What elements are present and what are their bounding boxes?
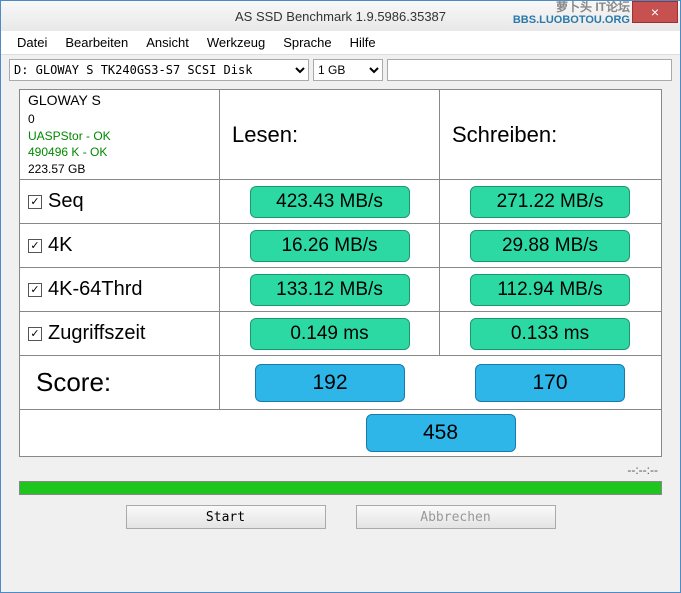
- score-total: 458: [366, 414, 516, 452]
- score-read: 192: [255, 364, 405, 402]
- menu-hilfe[interactable]: Hilfe: [342, 33, 384, 52]
- cancel-button[interactable]: Abbrechen: [356, 505, 556, 529]
- access-write: 0.133 ms: [470, 318, 630, 350]
- titlebar: AS SSD Benchmark 1.9.5986.35387 萝卜头 IT论坛…: [1, 1, 680, 31]
- 4k64-write: 112.94 MB/s: [470, 274, 630, 306]
- test-row-4k: ✓4K 16.26 MB/s 29.88 MB/s: [20, 224, 661, 268]
- info-row: GLOWAY S 0 UASPStor - OK 490496 K - OK 2…: [20, 90, 661, 180]
- drive-info: GLOWAY S 0 UASPStor - OK 490496 K - OK 2…: [20, 90, 220, 179]
- menu-werkzeug[interactable]: Werkzeug: [199, 33, 273, 52]
- checkbox-access[interactable]: ✓: [28, 327, 42, 341]
- menubar: Datei Bearbeiten Ansicht Werkzeug Sprach…: [1, 31, 680, 55]
- drive-capacity: 223.57 GB: [28, 161, 85, 178]
- checkbox-4k[interactable]: ✓: [28, 239, 42, 253]
- results-grid: GLOWAY S 0 UASPStor - OK 490496 K - OK 2…: [19, 89, 662, 457]
- access-read: 0.149 ms: [250, 318, 410, 350]
- watermark: 萝卜头 IT论坛 BBS.LUOBOTOU.ORG: [513, 1, 630, 26]
- button-row: Start Abbrechen: [1, 497, 680, 533]
- drive-select[interactable]: D: GLOWAY S TK240GS3-S7 SCSI Disk: [9, 59, 309, 81]
- score-total-row: 458: [20, 410, 661, 456]
- 4k64-read: 133.12 MB/s: [250, 274, 410, 306]
- seq-write: 271.22 MB/s: [470, 186, 630, 218]
- header-write: Schreiben:: [440, 90, 660, 179]
- elapsed-timer: --:--:--: [1, 461, 680, 479]
- filter-field[interactable]: [387, 59, 672, 81]
- toolbar: D: GLOWAY S TK240GS3-S7 SCSI Disk 1 GB: [1, 55, 680, 85]
- score-label: Score:: [28, 367, 111, 398]
- menu-datei[interactable]: Datei: [9, 33, 55, 52]
- start-button[interactable]: Start: [126, 505, 326, 529]
- drive-name: GLOWAY S: [28, 91, 101, 111]
- score-write: 170: [475, 364, 625, 402]
- size-select[interactable]: 1 GB: [313, 59, 383, 81]
- header-read: Lesen:: [220, 90, 440, 179]
- checkbox-4k64[interactable]: ✓: [28, 283, 42, 297]
- 4k-write: 29.88 MB/s: [470, 230, 630, 262]
- menu-sprache[interactable]: Sprache: [275, 33, 339, 52]
- menu-ansicht[interactable]: Ansicht: [138, 33, 197, 52]
- checkbox-seq[interactable]: ✓: [28, 195, 42, 209]
- progress-bar: [19, 481, 662, 495]
- test-row-access: ✓Zugriffszeit 0.149 ms 0.133 ms: [20, 312, 661, 356]
- alignment-status: 490496 K - OK: [28, 144, 107, 161]
- seq-read: 423.43 MB/s: [250, 186, 410, 218]
- driver-status: UASPStor - OK: [28, 128, 111, 145]
- menu-bearbeiten[interactable]: Bearbeiten: [57, 33, 136, 52]
- test-row-4k64: ✓4K-64Thrd 133.12 MB/s 112.94 MB/s: [20, 268, 661, 312]
- drive-firmware: 0: [28, 111, 35, 128]
- close-button[interactable]: ×: [632, 1, 678, 23]
- 4k-read: 16.26 MB/s: [250, 230, 410, 262]
- score-row: Score: 192 170: [20, 356, 661, 410]
- app-window: AS SSD Benchmark 1.9.5986.35387 萝卜头 IT论坛…: [0, 0, 681, 593]
- test-row-seq: ✓Seq 423.43 MB/s 271.22 MB/s: [20, 180, 661, 224]
